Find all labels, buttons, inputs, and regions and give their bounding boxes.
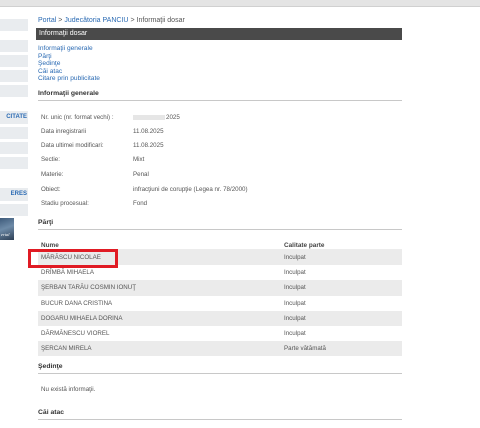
sidebar-item[interactable] <box>0 40 28 53</box>
info-row-sectie: Sectie: Mixt <box>41 156 144 163</box>
sidebar-item[interactable] <box>0 142 28 155</box>
table-row: DĂRMĂNESCU VIOREL Inculpat <box>38 326 402 341</box>
party-role: Inculpat <box>284 299 306 307</box>
party-role: Inculpat <box>284 284 306 292</box>
sidebar-item[interactable] <box>0 204 28 217</box>
table-header: Nume Calitate parte <box>38 240 402 250</box>
breadcrumb-court-link[interactable]: Judecătoria PANCIU <box>64 17 128 24</box>
breadcrumb-portal-link[interactable]: Portal <box>38 17 56 24</box>
info-label: Sectie: <box>41 156 60 163</box>
info-label: Materie: <box>41 171 64 178</box>
section-header-parti: Părţi <box>38 219 402 230</box>
info-label: Data ultimei modificari: <box>41 142 104 149</box>
sidebar-item-eres[interactable]: ERES <box>0 188 28 202</box>
table-row: DRÎMBĂ MIHAELA Inculpat <box>38 265 402 280</box>
info-label: Stadiu procesual: <box>41 200 89 207</box>
info-row-stadiu: Stadiu procesual: Fond <box>41 200 147 207</box>
info-value: Mixt <box>133 156 145 163</box>
breadcrumb-current: Informaţii dosar <box>136 17 185 24</box>
section-header-sedinte: Şedinţe <box>38 363 402 374</box>
portal-banner-image[interactable]: ertal <box>0 218 14 240</box>
info-value: 2025 <box>133 114 180 121</box>
party-role: Inculpat <box>284 254 306 261</box>
party-name: MĂRĂSCU NICOLAE <box>41 254 101 261</box>
link-citare-publicitate[interactable]: Citare prin publicitate <box>38 75 100 83</box>
info-row-materie: Materie: Penal <box>41 171 149 178</box>
sidebar-item[interactable] <box>0 19 28 32</box>
link-cai-atac[interactable]: Căi atac <box>38 68 100 76</box>
info-row-data-inregistrarii: Data inregistrarii 11.08.2025 <box>41 128 164 135</box>
breadcrumb-separator: > <box>58 17 63 24</box>
sidebar-item[interactable] <box>0 85 28 98</box>
column-header-calitate: Calitate parte <box>284 242 325 249</box>
left-sidebar: CITATE ERES ertal <box>0 7 28 428</box>
table-row: BUCUR DANA CRISTINA Inculpat <box>38 296 402 311</box>
party-role: Inculpat <box>284 269 306 277</box>
info-row-nr-unic: Nr. unic (nr. format vechi) : 2025 <box>41 114 180 121</box>
link-informatii-generale[interactable]: Informaţii generale <box>38 45 100 53</box>
party-name: DRÎMBĂ MIHAELA <box>41 269 94 277</box>
link-parti[interactable]: Părţi <box>38 53 100 61</box>
info-label: Nr. unic (nr. format vechi) : <box>41 114 114 121</box>
table-row: ŞERCAN MIRELA Parte vătămată <box>38 341 402 357</box>
party-name: DOGARU MIHAELA DORINA <box>41 314 123 322</box>
sidebar-item[interactable] <box>0 157 28 170</box>
table-row: DOGARU MIHAELA DORINA Inculpat <box>38 310 402 326</box>
banner-caption: ertal <box>1 232 10 237</box>
sedinte-empty-message: Nu există informaţii. <box>41 386 96 393</box>
top-bar <box>0 0 480 7</box>
breadcrumb-separator: > <box>130 17 135 24</box>
party-name: ŞERCAN MIRELA <box>41 345 92 353</box>
party-name: BUCUR DANA CRISTINA <box>41 299 113 307</box>
redacted-block <box>133 114 165 120</box>
section-header-cai-atac: Căi atac <box>38 409 402 420</box>
info-value: Penal <box>133 171 149 178</box>
table-row: MĂRĂSCU NICOLAE Inculpat <box>38 250 402 266</box>
breadcrumb: Portal > Judecătoria PANCIU > Informaţii dos… <box>38 17 185 24</box>
info-label: Data inregistrarii <box>41 128 87 135</box>
info-row-data-modificare: Data ultimei modificari: 11.08.2025 <box>41 142 164 149</box>
party-role: Parte vătămată <box>284 345 326 353</box>
sidebar-item[interactable] <box>0 55 28 68</box>
info-row-obiect: Obiect: infracţiuni de corupţie (Legea n… <box>41 186 248 193</box>
column-header-nume: Nume <box>41 242 59 249</box>
table-row: ŞERBAN TARĂU COSMIN IONUŢ Inculpat <box>38 280 402 296</box>
party-role: Inculpat <box>284 314 306 322</box>
sidebar-item-citate[interactable]: CITATE <box>0 111 28 125</box>
party-name: ŞERBAN TARĂU COSMIN IONUŢ <box>41 284 136 292</box>
section-header-informatii-generale: Informaţii generale <box>38 90 402 101</box>
sidebar-item[interactable] <box>0 127 28 140</box>
info-value: Fond <box>133 200 148 207</box>
info-value: 11.08.2025 <box>133 142 164 149</box>
page-title: Informaţii dosar <box>36 28 402 40</box>
info-value: 11.08.2025 <box>133 128 164 135</box>
party-role: Inculpat <box>284 329 306 337</box>
parti-table: Nume Calitate parte MĂRĂSCU NICOLAE Incu… <box>38 240 402 357</box>
info-label: Obiect: <box>41 186 61 193</box>
party-name: DĂRMĂNESCU VIOREL <box>41 329 110 337</box>
link-sedinte[interactable]: Şedinţe <box>38 60 100 68</box>
section-links: Informaţii generale Părţi Şedinţe Căi at… <box>38 45 100 83</box>
sidebar-item[interactable] <box>0 70 28 83</box>
info-value: infracţiuni de corupţie (Legea nr. 78/20… <box>133 186 248 193</box>
